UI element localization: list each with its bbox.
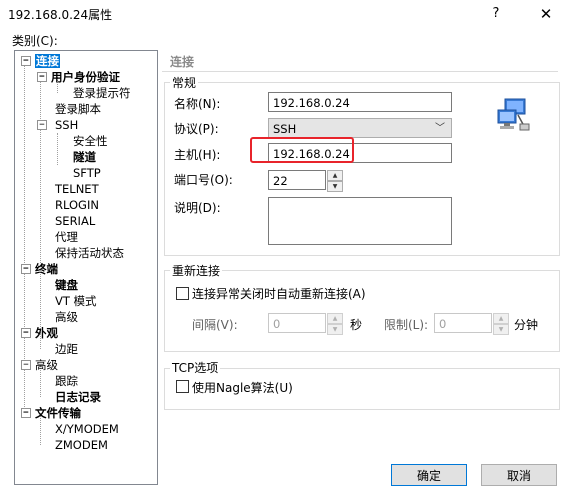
tree-item-rlogin[interactable]: RLOGIN xyxy=(55,197,99,213)
tree-item-terminal-advanced[interactable]: 高级 xyxy=(55,309,78,325)
interval-label: 间隔(V): xyxy=(192,318,238,332)
protocol-select[interactable]: SSH ﹀ xyxy=(268,118,452,138)
tree-item-login-prompt[interactable]: 登录提示符 xyxy=(73,85,131,101)
interval-spinner[interactable]: ▲ ▼ xyxy=(327,313,343,335)
tree-item-telnet[interactable]: TELNET xyxy=(55,181,99,197)
collapse-icon[interactable]: − xyxy=(21,328,31,338)
protocol-value: SSH xyxy=(273,122,297,136)
tree-item-serial[interactable]: SERIAL xyxy=(55,213,95,229)
panel-title: 连接 xyxy=(170,55,195,69)
highlight-annotation-box xyxy=(250,137,354,163)
tree-item-logging[interactable]: 日志记录 xyxy=(55,389,101,405)
tcp-options-title: TCP选项 xyxy=(170,359,221,376)
spin-down-icon[interactable]: ▼ xyxy=(327,181,343,192)
tree-item-terminal[interactable]: − 终端 xyxy=(21,261,58,277)
limit-label: 限制(L): xyxy=(384,318,429,332)
name-field[interactable]: 192.168.0.24 xyxy=(268,92,452,112)
tree-item-xymodem[interactable]: X/YMODEM xyxy=(55,421,119,437)
tree-item-margins[interactable]: 边距 xyxy=(55,341,78,357)
tree-item-sftp[interactable]: SFTP xyxy=(73,165,101,181)
port-spinner[interactable]: ▲ ▼ xyxy=(327,170,343,192)
nagle-checkbox[interactable] xyxy=(176,380,189,393)
tree-item-connection[interactable]: − 连接 xyxy=(21,53,60,69)
tree-item-keyboard[interactable]: 键盘 xyxy=(55,277,78,293)
tree-item-proxy[interactable]: 代理 xyxy=(55,229,78,245)
tree-item-keepalive[interactable]: 保持活动状态 xyxy=(55,245,124,261)
spin-up-icon[interactable]: ▲ xyxy=(493,313,509,324)
collapse-icon[interactable]: − xyxy=(21,56,31,66)
collapse-icon[interactable]: − xyxy=(21,360,31,370)
auto-reconnect-label: 连接异常关闭时自动重新连接(A) xyxy=(192,287,366,301)
description-field[interactable] xyxy=(268,197,452,245)
tree-item-security[interactable]: 安全性 xyxy=(73,133,108,149)
tree-item-login-script[interactable]: 登录脚本 xyxy=(55,101,101,117)
tree-item-appearance[interactable]: − 外观 xyxy=(21,325,58,341)
tree-item-user-auth[interactable]: − 用户身份验证 xyxy=(37,69,120,85)
tree-item-advanced[interactable]: − 高级 xyxy=(21,357,58,373)
cancel-button[interactable]: 取消 xyxy=(481,464,557,486)
spin-up-icon[interactable]: ▲ xyxy=(327,170,343,181)
collapse-icon[interactable]: − xyxy=(37,120,47,130)
help-button[interactable]: ? xyxy=(486,4,506,24)
collapse-icon[interactable]: − xyxy=(21,264,31,274)
interval-field[interactable]: 0 xyxy=(268,313,326,333)
name-label: 名称(N): xyxy=(174,97,221,111)
spin-down-icon[interactable]: ▼ xyxy=(327,324,343,335)
tree-item-zmodem[interactable]: ZMODEM xyxy=(55,437,108,453)
tree-item-vt-mode[interactable]: VT 模式 xyxy=(55,293,97,309)
category-tree[interactable]: − 连接 − 用户身份验证 登录提示符 登录脚本 − SSH 安全性 隧道 SF… xyxy=(14,50,158,485)
category-label: 类别(C): xyxy=(12,34,58,48)
limit-spinner[interactable]: ▲ ▼ xyxy=(493,313,509,335)
minutes-unit: 分钟 xyxy=(514,318,539,332)
host-label: 主机(H): xyxy=(174,148,221,162)
seconds-unit: 秒 xyxy=(350,318,363,332)
panel-divider xyxy=(162,71,558,72)
collapse-icon[interactable]: − xyxy=(21,408,31,418)
network-computer-icon xyxy=(497,98,530,131)
reconnect-group xyxy=(164,270,560,352)
auto-reconnect-checkbox[interactable] xyxy=(176,287,189,300)
general-group-title: 常规 xyxy=(170,74,199,91)
port-label: 端口号(O): xyxy=(174,173,233,187)
limit-field[interactable]: 0 xyxy=(434,313,492,333)
tree-item-file-transfer[interactable]: − 文件传输 xyxy=(21,405,81,421)
chevron-down-icon: ﹀ xyxy=(435,123,445,134)
window-title: 192.168.0.24属性 xyxy=(8,8,113,22)
spin-up-icon[interactable]: ▲ xyxy=(327,313,343,324)
port-field[interactable]: 22 xyxy=(268,170,326,190)
tree-item-tunnel[interactable]: 隧道 xyxy=(73,149,96,165)
collapse-icon[interactable]: − xyxy=(37,72,47,82)
protocol-label: 协议(P): xyxy=(174,122,219,136)
nagle-label: 使用Nagle算法(U) xyxy=(192,381,293,395)
ok-button[interactable]: 确定 xyxy=(391,464,467,486)
spin-down-icon[interactable]: ▼ xyxy=(493,324,509,335)
tree-item-ssh[interactable]: − SSH xyxy=(37,117,78,133)
description-label: 说明(D): xyxy=(174,201,221,215)
close-button[interactable]: ✕ xyxy=(536,4,556,24)
tree-item-trace[interactable]: 跟踪 xyxy=(55,373,78,389)
reconnect-group-title: 重新连接 xyxy=(170,262,223,279)
